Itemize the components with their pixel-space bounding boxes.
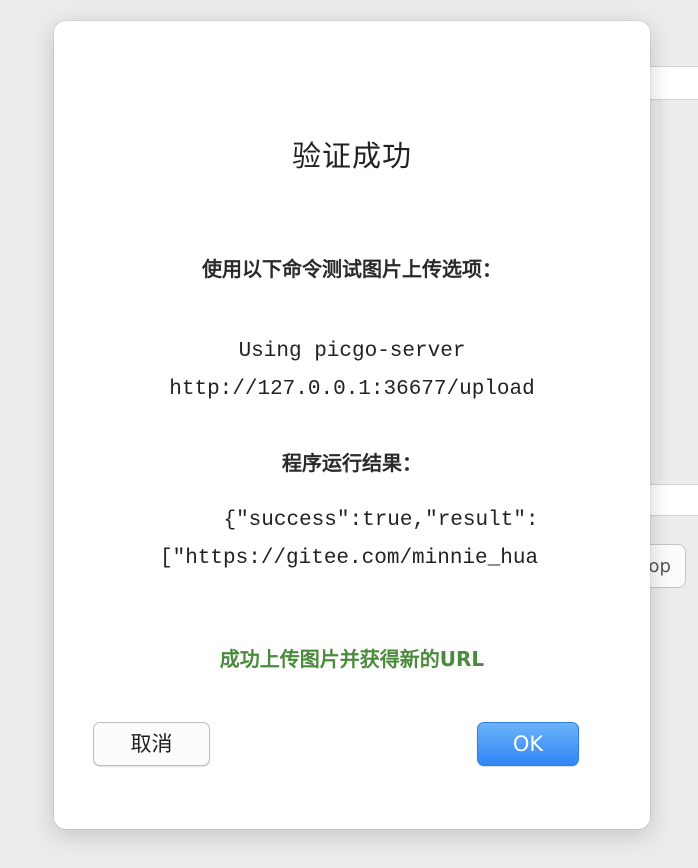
ok-button[interactable]: OK bbox=[477, 722, 579, 766]
command-line: Using picgo-server bbox=[238, 340, 466, 363]
cancel-button[interactable]: 取消 bbox=[93, 722, 210, 766]
command-block: Using picgo-server http://127.0.0.1:3667… bbox=[54, 333, 650, 409]
result-line: ["https://gitee.com/minnie_hua bbox=[160, 547, 539, 570]
verification-dialog: 验证成功 使用以下命令测试图片上传选项： Using picgo-server … bbox=[54, 21, 650, 829]
background-divider bbox=[660, 100, 661, 480]
result-output: {"success":true,"result": ["https://gite… bbox=[160, 502, 586, 578]
instruction-text: 使用以下命令测试图片上传选项： bbox=[202, 257, 502, 281]
result-label: 程序运行结果： bbox=[282, 451, 422, 475]
success-message: 成功上传图片并获得新的URL bbox=[219, 647, 485, 671]
result-line: {"success":true,"result": bbox=[223, 509, 539, 532]
dialog-title: 验证成功 bbox=[291, 139, 412, 173]
command-url: http://127.0.0.1:36677/upload bbox=[169, 378, 535, 401]
